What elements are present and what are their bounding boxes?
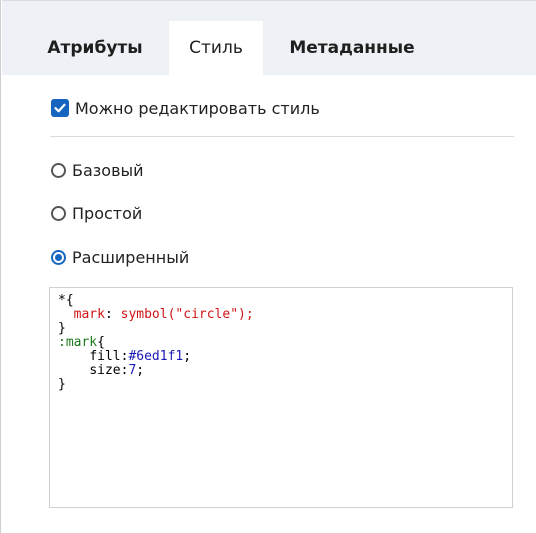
- tab-style[interactable]: Стиль: [169, 21, 263, 75]
- code-value-symbol: symbol("circle");: [120, 307, 254, 322]
- code-brace-open: {: [97, 335, 105, 350]
- editable-style-checkbox[interactable]: [51, 99, 69, 117]
- code-prop-mark: mark: [73, 307, 105, 322]
- code-prop-size: size:: [89, 363, 129, 378]
- style-panel: Атрибуты Стиль Метаданные Можно редактир…: [0, 0, 536, 533]
- tab-attributes[interactable]: Атрибуты: [40, 21, 150, 75]
- tab-metadata[interactable]: Метаданные: [272, 21, 432, 75]
- code-line-1: *{: [58, 293, 74, 308]
- code-line-3: }: [58, 321, 66, 336]
- divider: [50, 136, 514, 137]
- code-selector-mark: :mark: [58, 335, 98, 350]
- radio-advanced-circle[interactable]: [51, 249, 66, 265]
- style-code-editor[interactable]: *{ mark: symbol("circle"); } :mark{ fill…: [49, 287, 513, 508]
- code-colon: :: [104, 307, 121, 322]
- code-line-7: }: [58, 377, 66, 392]
- editable-style-checkbox-row[interactable]: Можно редактировать стиль: [51, 96, 320, 120]
- code-semi-size: ;: [136, 363, 145, 378]
- code-prop-fill: fill:: [89, 349, 129, 364]
- radio-basic[interactable]: Базовый: [51, 158, 144, 182]
- code-semi-fill: ;: [183, 349, 192, 364]
- radio-simple-label: Простой: [72, 203, 143, 223]
- radio-simple-circle[interactable]: [51, 205, 66, 221]
- checkmark-icon: [54, 103, 66, 113]
- radio-advanced-label: Расширенный: [72, 247, 190, 267]
- radio-advanced[interactable]: Расширенный: [51, 245, 189, 269]
- radio-simple[interactable]: Простой: [51, 201, 142, 225]
- radio-basic-circle[interactable]: [51, 162, 66, 178]
- radio-basic-label: Базовый: [72, 160, 144, 180]
- editable-style-label: Можно редактировать стиль: [75, 98, 320, 118]
- code-value-fill: #6ed1f1: [128, 349, 184, 364]
- tab-bar: Атрибуты Стиль Метаданные: [2, 0, 536, 75]
